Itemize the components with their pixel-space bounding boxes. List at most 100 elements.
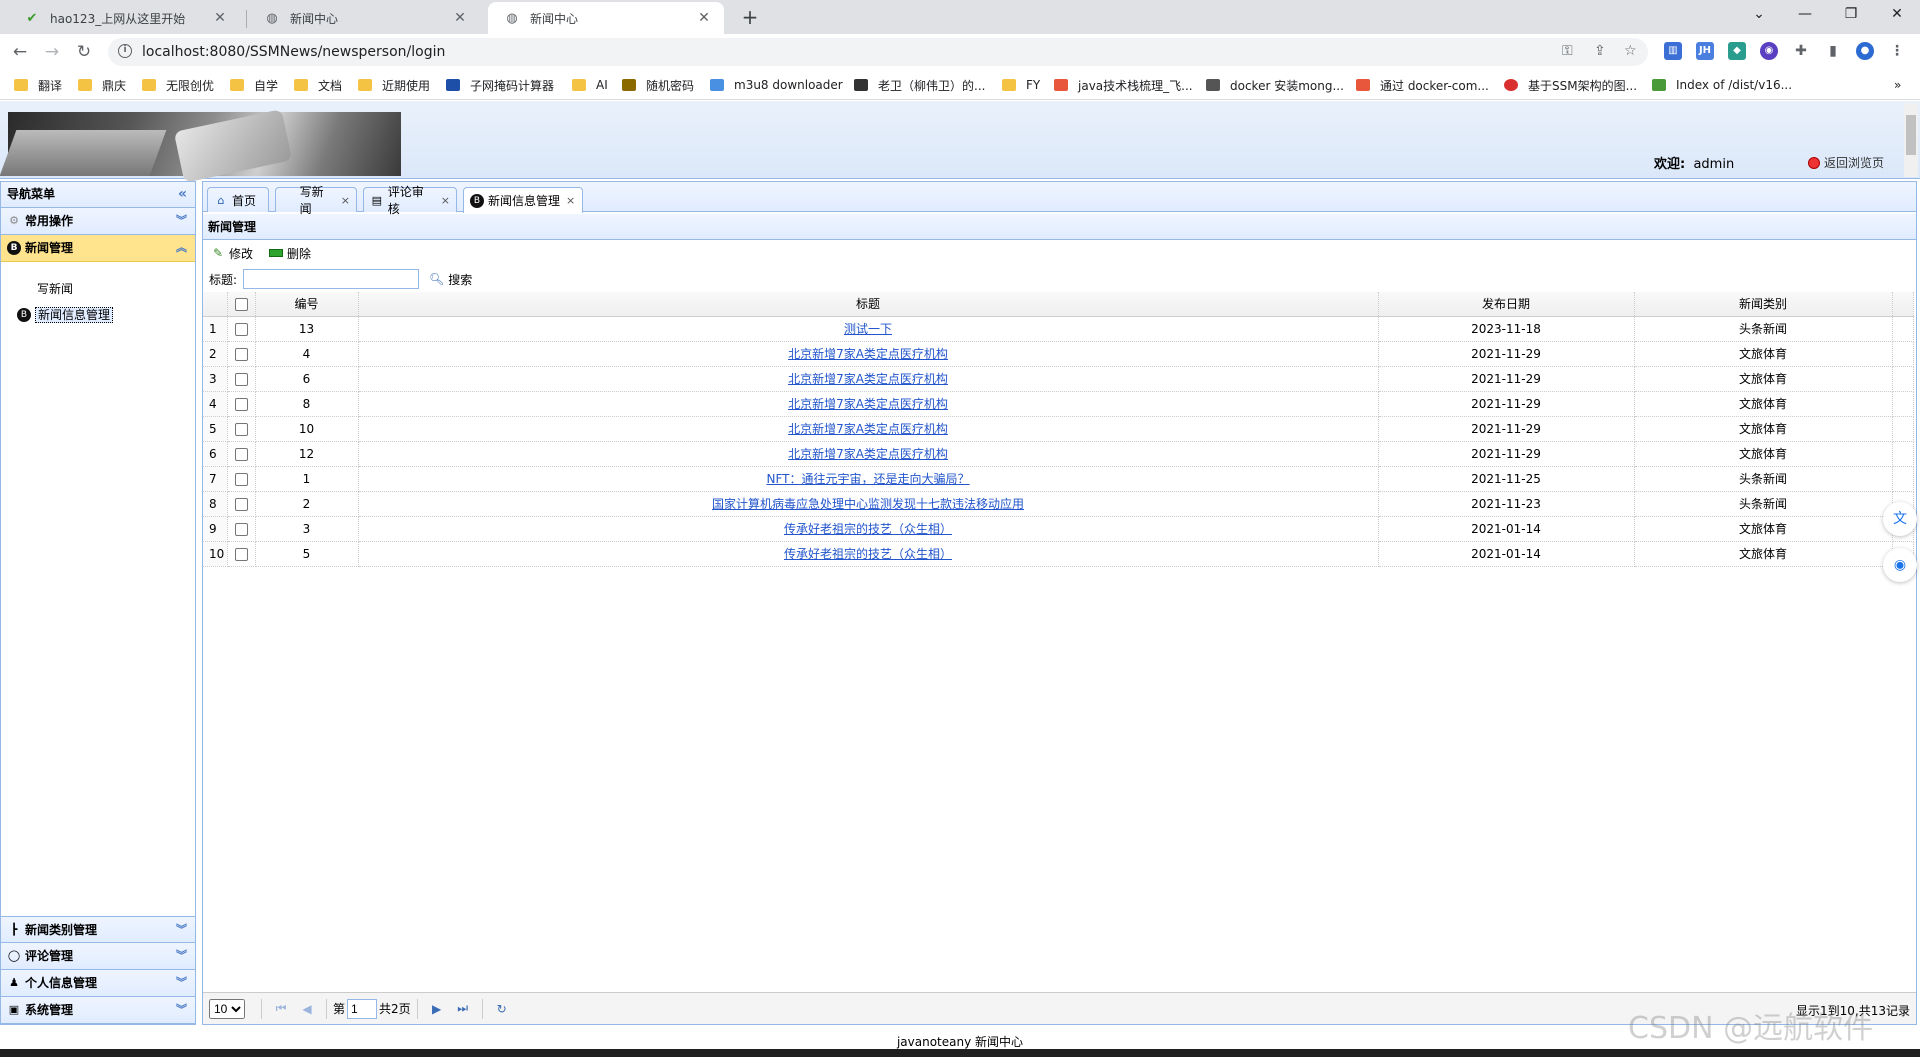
- more-bookmarks-icon[interactable]: »: [1894, 76, 1901, 94]
- assistant-bot-icon[interactable]: ◉: [1883, 548, 1917, 582]
- table-row[interactable]: 7 1 NFT：通往元宇宙，还是走向大骗局？ 2021-11-25 头条新闻: [203, 466, 1914, 492]
- bookmark-item[interactable]: docker 安装mong...: [1206, 76, 1344, 94]
- delete-button[interactable]: 删除: [269, 245, 311, 262]
- table-row[interactable]: 2 4 北京新增7家A类定点医疗机构 2021-11-29 文旅体育: [203, 341, 1914, 367]
- title-search-input[interactable]: [243, 269, 420, 289]
- side-panel-icon[interactable]: ▮: [1824, 42, 1842, 60]
- news-title-link[interactable]: 测试一下: [844, 322, 892, 336]
- news-title-link[interactable]: 北京新增7家A类定点医疗机构: [788, 347, 948, 361]
- bookmark-item[interactable]: 文档: [294, 76, 342, 94]
- cell-title-link[interactable]: 传承好老祖宗的技艺（众生相）: [358, 541, 1379, 567]
- news-title-link[interactable]: 北京新增7家A类定点医疗机构: [788, 447, 948, 461]
- close-tab-icon[interactable]: ✕: [696, 10, 712, 26]
- browser-menu-icon[interactable]: ⋮: [1888, 42, 1906, 60]
- bookmark-item[interactable]: 基于SSM架构的图...: [1504, 76, 1637, 94]
- close-tab-icon[interactable]: ✕: [212, 10, 228, 26]
- last-page-icon[interactable]: ⏭: [452, 1001, 474, 1016]
- sidebar-item-news-manage[interactable]: B 新闻信息管理: [1, 302, 195, 328]
- bookmark-item[interactable]: m3u8 downloader: [710, 76, 843, 94]
- row-checkbox[interactable]: [227, 441, 256, 467]
- table-row[interactable]: 1 13 测试一下 2023-11-18 头条新闻: [203, 316, 1914, 342]
- cell-title-link[interactable]: 北京新增7家A类定点医疗机构: [358, 441, 1379, 467]
- row-checkbox[interactable]: [227, 391, 256, 417]
- restore-button[interactable]: ❐: [1828, 0, 1874, 30]
- bookmark-item[interactable]: 随机密码: [622, 76, 694, 94]
- key-icon[interactable]: ⚿: [1562, 43, 1573, 59]
- extension-shield-icon[interactable]: ◆: [1728, 42, 1746, 60]
- row-checkbox[interactable]: [227, 316, 256, 342]
- sidebar-group-common[interactable]: ⚙ 常用操作 ︾: [1, 208, 195, 235]
- bookmark-item[interactable]: FY: [1002, 76, 1040, 94]
- bookmark-item[interactable]: java技术栈梳理_飞...: [1054, 76, 1193, 94]
- table-row[interactable]: 6 12 北京新增7家A类定点医疗机构 2021-11-29 文旅体育: [203, 441, 1914, 467]
- profile-avatar[interactable]: ●: [1856, 42, 1874, 60]
- row-checkbox[interactable]: [227, 466, 256, 492]
- news-title-link[interactable]: 国家计算机病毒应急处理中心监测发现十七款违法移动应用: [712, 497, 1024, 511]
- cell-title-link[interactable]: 北京新增7家A类定点医疗机构: [358, 391, 1379, 417]
- tab-search-icon[interactable]: ⌄: [1736, 0, 1782, 30]
- cell-title-link[interactable]: 国家计算机病毒应急处理中心监测发现十七款违法移动应用: [358, 491, 1379, 517]
- tab-home[interactable]: ⌂ 首页: [207, 187, 269, 212]
- search-button[interactable]: 🔍︎ 搜索: [429, 271, 472, 288]
- browser-tab-hao123[interactable]: ✔ hao123_上网从这里开始 ✕: [8, 2, 240, 34]
- cell-title-link[interactable]: 测试一下: [358, 316, 1379, 342]
- row-checkbox[interactable]: [227, 341, 256, 367]
- site-info-icon[interactable]: i: [118, 44, 132, 58]
- cell-title-link[interactable]: 北京新增7家A类定点医疗机构: [358, 341, 1379, 367]
- bookmark-item[interactable]: AI: [572, 76, 608, 94]
- cell-title-link[interactable]: 北京新增7家A类定点医疗机构: [358, 416, 1379, 442]
- row-checkbox[interactable]: [227, 366, 256, 392]
- bookmark-item[interactable]: 近期使用: [358, 76, 430, 94]
- news-title-link[interactable]: NFT：通往元宇宙，还是走向大骗局？: [767, 472, 970, 486]
- browser-tab-news-1[interactable]: ◍ 新闻中心 ✕: [248, 2, 480, 34]
- bookmark-item[interactable]: 老卫（柳伟卫）的...: [854, 76, 985, 94]
- new-tab-button[interactable]: +: [738, 6, 762, 30]
- close-tab-icon[interactable]: ×: [441, 194, 450, 207]
- column-header-date[interactable]: 发布日期: [1378, 292, 1635, 317]
- tab-news-manage[interactable]: B 新闻信息管理 ×: [463, 187, 583, 213]
- news-title-link[interactable]: 传承好老祖宗的技艺（众生相）: [784, 522, 952, 536]
- cell-title-link[interactable]: 传承好老祖宗的技艺（众生相）: [358, 516, 1379, 542]
- collapse-sidebar-icon[interactable]: «: [178, 182, 187, 207]
- select-all-checkbox[interactable]: [227, 292, 256, 317]
- sidebar-group-category[interactable]: ┣ 新闻类别管理 ︾: [1, 916, 195, 943]
- table-row[interactable]: 9 3 传承好老祖宗的技艺（众生相） 2021-01-14 文旅体育: [203, 516, 1914, 542]
- back-icon[interactable]: ←: [8, 40, 32, 64]
- cell-title-link[interactable]: 北京新增7家A类定点医疗机构: [358, 366, 1379, 392]
- news-title-link[interactable]: 北京新增7家A类定点医疗机构: [788, 397, 948, 411]
- news-title-link[interactable]: 传承好老祖宗的技艺（众生相）: [784, 547, 952, 561]
- page-size-select[interactable]: 10: [209, 998, 245, 1019]
- sidebar-group-profile[interactable]: ♟ 个人信息管理 ︾: [1, 970, 195, 997]
- column-header-title[interactable]: 标题: [358, 292, 1379, 317]
- bookmark-item[interactable]: 自学: [230, 76, 278, 94]
- share-icon[interactable]: ⇪: [1594, 43, 1606, 59]
- bookmark-item[interactable]: 翻译: [14, 76, 62, 94]
- tab-write-news[interactable]: 写新闻 ×: [275, 185, 357, 216]
- translate-icon[interactable]: 文: [1883, 502, 1917, 536]
- column-header-id[interactable]: 编号: [255, 292, 359, 317]
- bookmark-item[interactable]: 子网掩码计算器: [446, 76, 554, 94]
- extension-bot-icon[interactable]: ◉: [1760, 42, 1778, 60]
- address-bar[interactable]: i localhost:8080/SSMNews/newsperson/logi…: [108, 38, 1648, 66]
- prev-page-icon[interactable]: ◀: [296, 1002, 318, 1016]
- page-scrollbar[interactable]: [1904, 103, 1918, 177]
- reload-icon[interactable]: ↻: [72, 40, 96, 64]
- row-checkbox[interactable]: [227, 491, 256, 517]
- back-to-browse-link[interactable]: 返回浏览页: [1808, 154, 1884, 171]
- close-tab-icon[interactable]: ×: [566, 194, 575, 207]
- sidebar-group-system[interactable]: ▣ 系统管理 ︾: [1, 997, 195, 1024]
- bookmark-item[interactable]: 鼎庆: [78, 76, 126, 94]
- page-number-input[interactable]: [347, 998, 378, 1019]
- close-tab-icon[interactable]: ×: [341, 194, 350, 207]
- refresh-icon[interactable]: ↻: [491, 1002, 513, 1016]
- sidebar-group-news[interactable]: B 新闻管理 ︽: [1, 235, 195, 262]
- table-row[interactable]: 3 6 北京新增7家A类定点医疗机构 2021-11-29 文旅体育: [203, 366, 1914, 392]
- column-header-type[interactable]: 新闻类别: [1634, 292, 1893, 317]
- extensions-puzzle-icon[interactable]: ✚: [1792, 42, 1810, 60]
- close-window-button[interactable]: ✕: [1874, 0, 1920, 30]
- next-page-icon[interactable]: ▶: [426, 1002, 448, 1016]
- table-row[interactable]: 10 5 传承好老祖宗的技艺（众生相） 2021-01-14 文旅体育: [203, 541, 1914, 567]
- table-row[interactable]: 5 10 北京新增7家A类定点医疗机构 2021-11-29 文旅体育: [203, 416, 1914, 442]
- edit-button[interactable]: ✎ 修改: [211, 245, 253, 262]
- close-tab-icon[interactable]: ✕: [452, 10, 468, 26]
